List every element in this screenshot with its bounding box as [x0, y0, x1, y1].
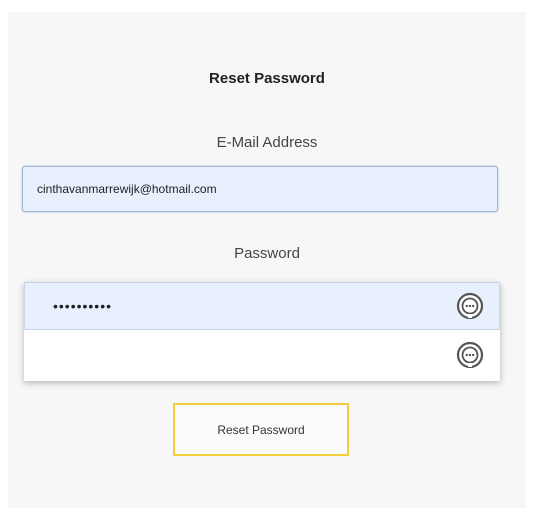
page-title: Reset Password — [209, 70, 325, 87]
password-field-group — [24, 282, 500, 381]
password-label: Password — [234, 245, 300, 262]
password-suggestion-row[interactable] — [24, 330, 500, 381]
password-key-icon[interactable] — [456, 341, 484, 369]
reset-password-button[interactable]: Reset Password — [173, 403, 349, 456]
password-field[interactable] — [24, 282, 500, 330]
email-label: E-Mail Address — [216, 134, 318, 151]
reset-password-panel: Reset Password E-Mail Address Password — [8, 12, 526, 508]
email-field[interactable] — [22, 166, 498, 212]
password-key-icon[interactable] — [456, 292, 484, 320]
